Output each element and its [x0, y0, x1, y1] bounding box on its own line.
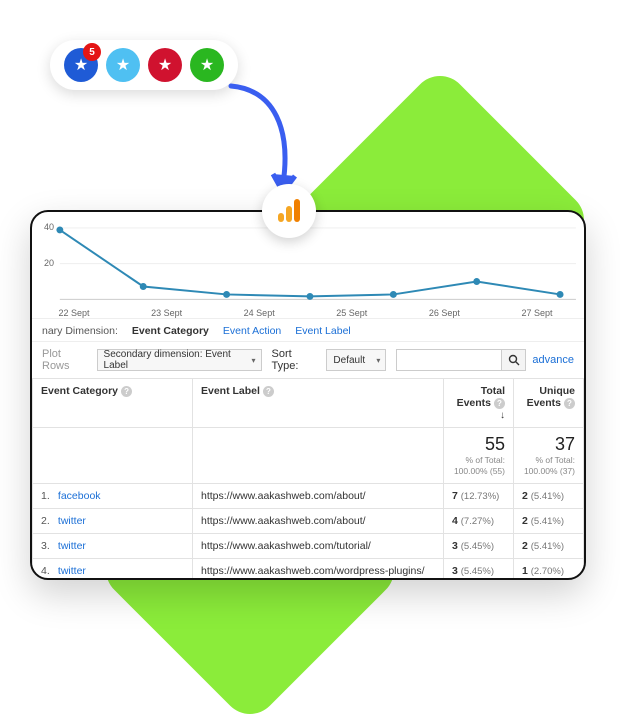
plot-rows-button[interactable]: Plot Rows: [42, 348, 87, 372]
advanced-link[interactable]: advance: [532, 354, 574, 366]
sort-desc-icon: ↓: [500, 410, 505, 421]
table-row[interactable]: 1. facebook https://www.aakashweb.com/ab…: [33, 484, 584, 509]
star-button[interactable]: ★ 5: [64, 48, 98, 82]
col-event-label[interactable]: Event Label?: [193, 379, 444, 428]
col-total-events[interactable]: Total Events?↓: [444, 379, 514, 428]
line-chart: 40 20 22 Sept 23 Sept 24 Sept 25 Sept 26…: [40, 220, 576, 318]
analytics-panel: 40 20 22 Sept 23 Sept 24 Sept 25 Sept 26…: [30, 210, 586, 580]
table-row[interactable]: 2. twitter https://www.aakashweb.com/abo…: [33, 509, 584, 534]
star-button[interactable]: ★: [106, 48, 140, 82]
star-button[interactable]: ★: [148, 48, 182, 82]
events-table: Event Category? Event Label? Total Event…: [32, 378, 584, 580]
primary-dimension[interactable]: Event Category: [132, 325, 209, 337]
search-input[interactable]: [396, 349, 502, 371]
analytics-icon: [262, 184, 316, 238]
help-icon[interactable]: ?: [564, 398, 575, 409]
table-header-row: Event Category? Event Label? Total Event…: [33, 379, 584, 428]
controls-row: Plot Rows Secondary dimension: Event Lab…: [32, 341, 584, 378]
sort-type-label: Sort Type:: [272, 348, 317, 372]
dimension-label: nary Dimension:: [42, 325, 118, 337]
col-unique-events[interactable]: Unique Events?: [514, 379, 584, 428]
col-event-category[interactable]: Event Category?: [33, 379, 193, 428]
help-icon[interactable]: ?: [121, 386, 132, 397]
table-row[interactable]: 4. twitter https://www.aakashweb.com/wor…: [33, 559, 584, 580]
x-axis-ticks: 22 Sept 23 Sept 24 Sept 25 Sept 26 Sept …: [74, 308, 568, 318]
help-icon[interactable]: ?: [494, 398, 505, 409]
dimension-link[interactable]: Event Label: [295, 325, 350, 337]
totals-row: 55 % of Total: 100.00% (55) 37 % of Tota…: [33, 428, 584, 484]
sort-type-select[interactable]: Default: [326, 349, 386, 371]
help-icon[interactable]: ?: [263, 386, 274, 397]
primary-dimension-row: nary Dimension: Event Category Event Act…: [32, 318, 584, 341]
search-button[interactable]: [502, 349, 526, 371]
table-row[interactable]: 3. twitter https://www.aakashweb.com/tut…: [33, 534, 584, 559]
secondary-dimension-select[interactable]: Secondary dimension: Event Label: [97, 349, 262, 371]
star-button[interactable]: ★: [190, 48, 224, 82]
dimension-link[interactable]: Event Action: [223, 325, 281, 337]
share-buttons-pill: ★ 5 ★ ★ ★: [50, 40, 238, 90]
count-badge: 5: [83, 43, 101, 61]
search-icon: [508, 354, 520, 366]
